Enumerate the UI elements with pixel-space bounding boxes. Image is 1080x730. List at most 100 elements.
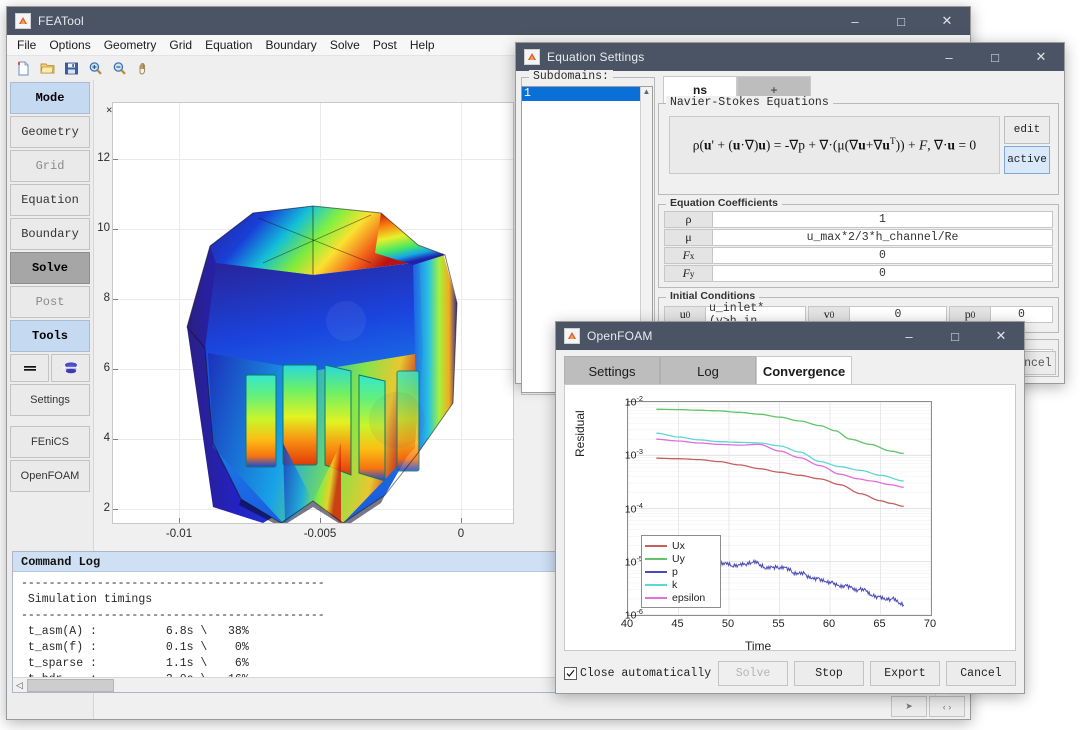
coefficient-value-rho[interactable]: 1: [713, 211, 1053, 228]
coefficient-row-fx: Fx 0: [664, 247, 1053, 264]
chart-x-tick: 65: [873, 618, 885, 630]
zoom-out-icon[interactable]: [109, 58, 129, 78]
chart-y-tick: 10-3: [625, 447, 643, 462]
menu-item-options[interactable]: Options: [49, 38, 90, 52]
pan-hand-icon[interactable]: [133, 58, 153, 78]
chart-y-axis-label: Residual: [573, 410, 587, 457]
coefficient-symbol-mu: μ: [664, 229, 713, 246]
legend-label: Uy: [672, 553, 685, 565]
close-button[interactable]: ✕: [924, 7, 970, 35]
chart-y-tick: 10-4: [625, 500, 643, 515]
openfoam-body: Settings Log Convergence Residual Time 1…: [556, 350, 1024, 693]
subdomain-item-1[interactable]: 1: [522, 87, 652, 101]
sidebar-item-post[interactable]: Post: [10, 286, 90, 318]
cancel-button[interactable]: Cancel: [946, 661, 1016, 686]
menu-item-equation[interactable]: Equation: [205, 38, 252, 52]
openfoam-footer: Close automatically Solve Stop Export Ca…: [564, 659, 1016, 687]
equation-settings-controls: – □ ✕: [926, 43, 1064, 71]
legend-swatch: [645, 571, 667, 573]
open-folder-icon[interactable]: [37, 58, 57, 78]
plot-axes[interactable]: [112, 102, 514, 524]
featool-logo-icon: [524, 49, 540, 65]
tab-log[interactable]: Log: [660, 356, 756, 385]
active-equation-button[interactable]: active: [1004, 146, 1050, 174]
openfoam-titlebar: OpenFOAM – □ ✕: [556, 322, 1024, 350]
coefficient-value-mu[interactable]: u_max*2/3*h_channel/Re: [713, 229, 1053, 246]
openfoam-window: OpenFOAM – □ ✕ Settings Log Convergence …: [555, 321, 1025, 694]
maximize-button[interactable]: □: [932, 322, 978, 350]
chart-x-tick: 70: [924, 618, 936, 630]
menu-item-grid[interactable]: Grid: [169, 38, 192, 52]
equation-settings-titlebar: Equation Settings – □ ✕: [516, 43, 1064, 71]
close-button[interactable]: ✕: [1018, 43, 1064, 71]
maximize-button[interactable]: □: [878, 7, 924, 35]
coefficient-value-fy[interactable]: 0: [713, 265, 1053, 282]
solve-button[interactable]: Solve: [718, 661, 788, 686]
chart-x-tick: 40: [621, 618, 633, 630]
minimize-button[interactable]: –: [886, 322, 932, 350]
menu-item-file[interactable]: File: [17, 38, 36, 52]
new-file-icon[interactable]: [13, 58, 33, 78]
tab-convergence[interactable]: Convergence: [756, 356, 852, 385]
scroll-thumb[interactable]: [27, 679, 114, 692]
coefficient-symbol-fx: Fx: [664, 247, 713, 264]
edit-equation-button[interactable]: edit: [1004, 116, 1050, 144]
legend-swatch: [645, 558, 667, 560]
zoom-in-icon[interactable]: [85, 58, 105, 78]
scroll-left-icon[interactable]: ◁: [13, 680, 26, 691]
chart-x-axis-label: Time: [745, 639, 771, 653]
play-button[interactable]: ➤: [891, 696, 927, 717]
sidebar-header-tools: Tools: [10, 320, 90, 352]
settings-button[interactable]: Settings: [10, 384, 90, 416]
menu-item-help[interactable]: Help: [410, 38, 435, 52]
export-button[interactable]: Export: [870, 661, 940, 686]
coefficient-symbol-rho: ρ: [664, 211, 713, 228]
prev-next-button[interactable]: ‹ ›: [929, 696, 965, 717]
minimize-button[interactable]: –: [832, 7, 878, 35]
legend-swatch: [645, 597, 667, 599]
stop-button[interactable]: Stop: [794, 661, 864, 686]
legend-item-k: k: [645, 578, 717, 591]
minimize-button[interactable]: –: [926, 43, 972, 71]
openfoam-window-controls: – □ ✕: [886, 322, 1024, 350]
convergence-chart: Residual Time 10-210-310-410-510-6 40455…: [565, 385, 1015, 650]
legend-label: epsilon: [672, 592, 705, 604]
equation-settings-title: Equation Settings: [547, 50, 644, 64]
equation-coefficients-label: Equation Coefficients: [666, 197, 782, 209]
sidebar-item-grid[interactable]: Grid: [10, 150, 90, 182]
chart-x-tick: 60: [823, 618, 835, 630]
maximize-button[interactable]: □: [972, 43, 1018, 71]
layers-icon[interactable]: [51, 354, 90, 382]
menu-item-post[interactable]: Post: [373, 38, 397, 52]
sidebar-tool-row: [10, 354, 90, 382]
chart-series-k: [656, 433, 903, 481]
close-automatically-checkbox[interactable]: [564, 667, 577, 680]
menu-item-solve[interactable]: Solve: [330, 38, 360, 52]
legend-swatch: [645, 545, 667, 547]
navier-stokes-label: Navier-Stokes Equations: [666, 96, 833, 109]
sidebar-item-boundary[interactable]: Boundary: [10, 218, 90, 250]
sidebar-item-geometry[interactable]: Geometry: [10, 116, 90, 148]
save-icon[interactable]: [61, 58, 81, 78]
openfoam-button[interactable]: OpenFOAM: [10, 460, 90, 492]
chart-x-tick: 50: [722, 618, 734, 630]
close-button[interactable]: ✕: [978, 322, 1024, 350]
legend-item-p: p: [645, 565, 717, 578]
coefficient-row-rho: ρ 1: [664, 211, 1053, 228]
legend-item-Ux: Ux: [645, 539, 717, 552]
equal-bars-icon[interactable]: [10, 354, 49, 382]
coefficient-value-fx[interactable]: 0: [713, 247, 1053, 264]
fenics-button[interactable]: FEniCS: [10, 426, 90, 458]
sidebar-item-equation[interactable]: Equation: [10, 184, 90, 216]
sidebar-item-solve[interactable]: Solve: [10, 252, 90, 284]
menu-item-geometry[interactable]: Geometry: [104, 38, 157, 52]
legend-label: p: [672, 566, 678, 578]
tab-settings[interactable]: Settings: [564, 356, 660, 385]
menu-item-boundary[interactable]: Boundary: [265, 38, 316, 52]
openfoam-window-title: OpenFOAM: [587, 329, 653, 343]
equation-formula: ρ(u' + (u·∇)u) = -∇p + ∇·(μ(∇u+∇uT)) + F…: [693, 137, 976, 154]
subdomains-label: Subdomains:: [529, 70, 613, 83]
legend-item-epsilon: epsilon: [645, 591, 717, 604]
coefficient-row-fy: Fy 0: [664, 265, 1053, 282]
legend-label: k: [672, 579, 677, 591]
